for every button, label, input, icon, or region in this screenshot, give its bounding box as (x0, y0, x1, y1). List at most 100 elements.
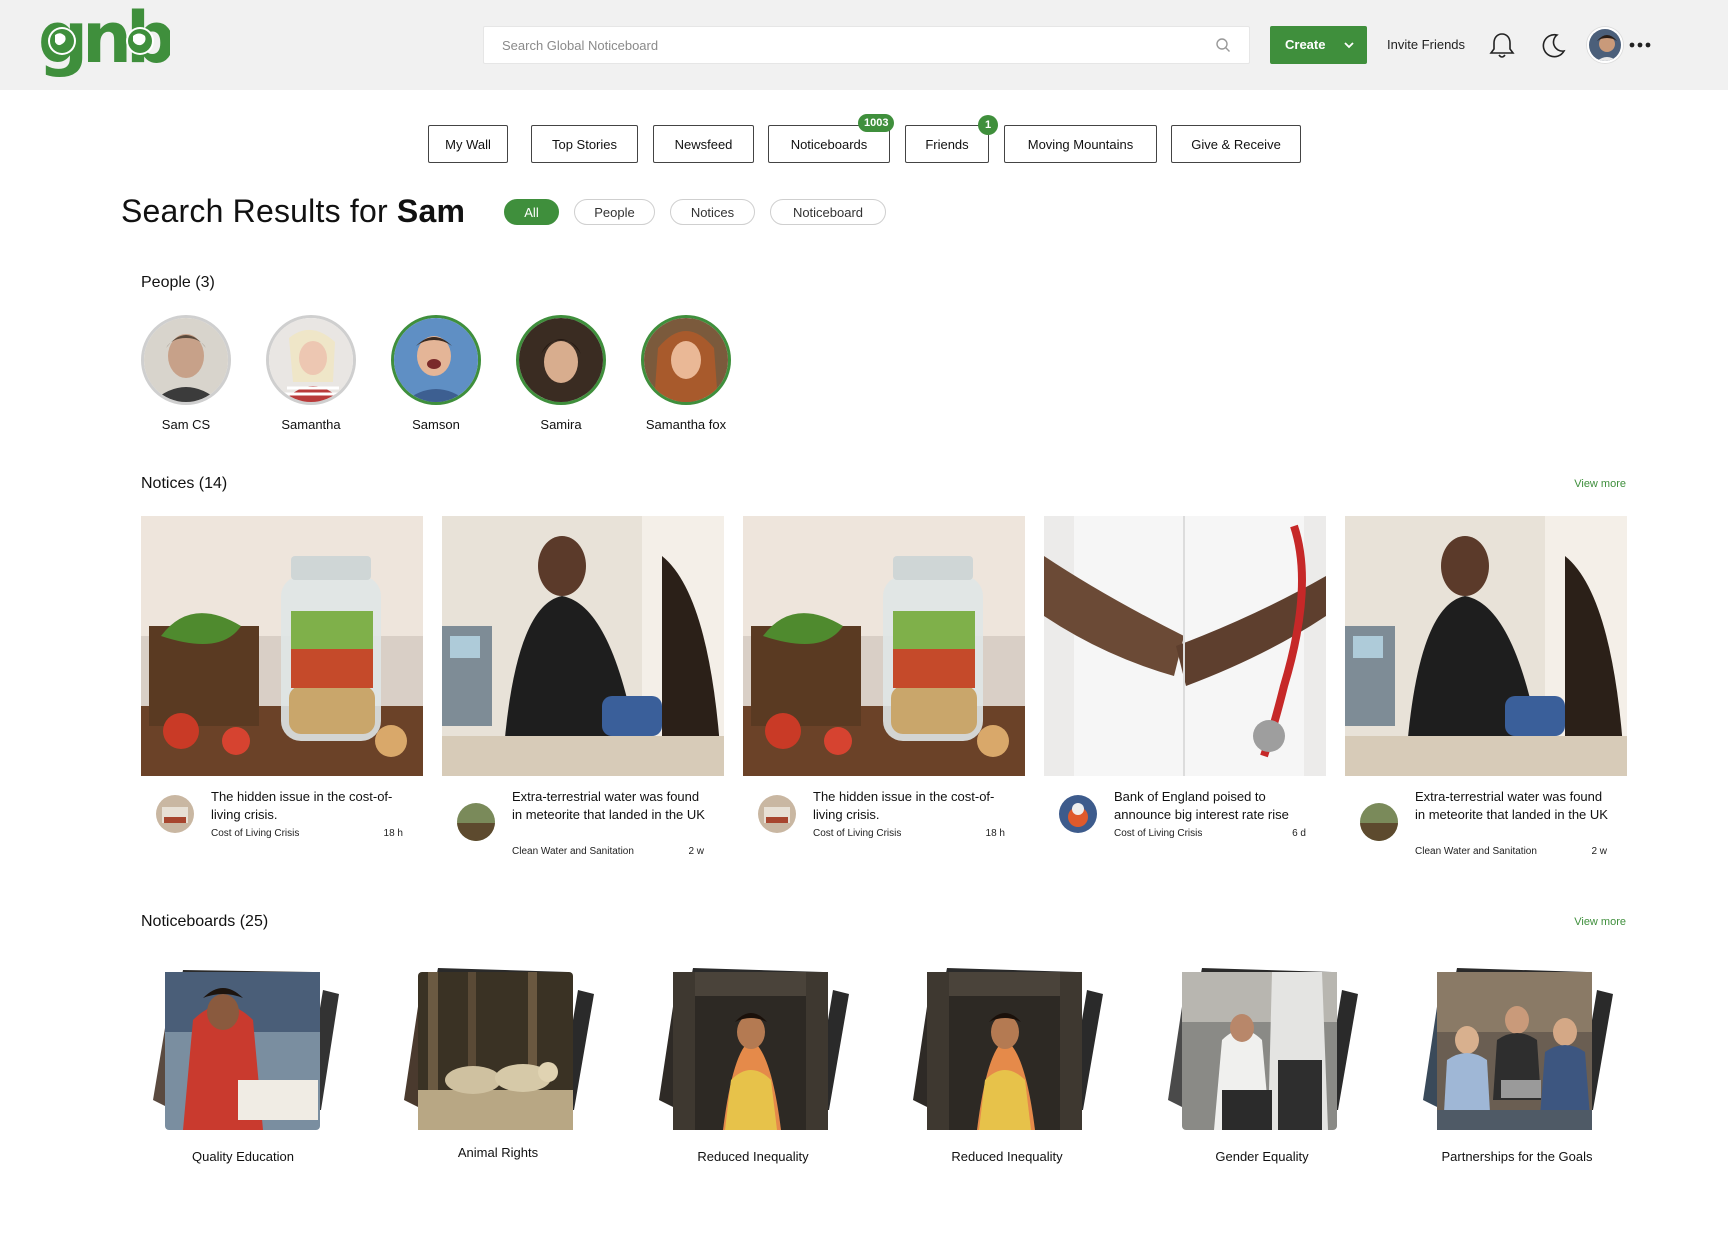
person-name[interactable]: Samira (501, 417, 621, 432)
people-street-icon (1168, 968, 1358, 1130)
notice-author-avatar[interactable] (1360, 803, 1398, 841)
noticeboards-count-badge: 1003 (858, 114, 895, 132)
noticeboard-card[interactable]: Partnerships for the Goals (1417, 960, 1617, 1164)
person-card[interactable]: Samson (376, 315, 496, 432)
gnb-logo[interactable]: gnb (38, 4, 170, 86)
person-avatar[interactable] (641, 315, 731, 405)
notice-image[interactable] (743, 516, 1025, 776)
person-card[interactable]: Samira (501, 315, 621, 432)
author-photo-icon (758, 795, 796, 833)
create-button[interactable]: Create (1270, 26, 1367, 64)
noticeboard-card[interactable]: Reduced Inequality (653, 960, 853, 1164)
notice-title[interactable]: Extra-terrestrial water was found in met… (1415, 788, 1615, 824)
person-card[interactable]: Samantha fox (626, 315, 746, 432)
person-name[interactable]: Samantha (251, 417, 371, 432)
person-avatar[interactable] (391, 315, 481, 405)
person-photo-icon (269, 318, 353, 402)
person-name[interactable]: Sam CS (126, 417, 246, 432)
person-avatar[interactable] (141, 315, 231, 405)
global-search[interactable] (483, 26, 1250, 64)
dark-mode-icon[interactable] (1539, 31, 1567, 59)
notice-age: 18 h (383, 828, 403, 839)
tab-label: Give & Receive (1191, 136, 1281, 152)
notice-author-avatar[interactable] (758, 795, 796, 833)
notice-category[interactable]: Cost of Living Crisis (211, 828, 299, 839)
tab-newsfeed[interactable]: Newsfeed (653, 125, 754, 163)
notice-card[interactable]: Bank of England poised to announce big i… (1044, 516, 1326, 868)
notice-category[interactable]: Cost of Living Crisis (813, 828, 901, 839)
bell-icon[interactable] (1489, 31, 1515, 59)
tab-top-stories[interactable]: Top Stories (531, 125, 638, 163)
filter-notices[interactable]: Notices (670, 199, 755, 225)
noticeboard-label[interactable]: Quality Education (143, 1148, 343, 1166)
notice-author-avatar[interactable] (156, 795, 194, 833)
filter-all[interactable]: All (504, 199, 559, 225)
person-name[interactable]: Samantha fox (626, 417, 746, 432)
notice-age: 18 h (985, 828, 1005, 839)
tab-my-wall[interactable]: My Wall (428, 125, 508, 163)
dancer-icon (913, 968, 1103, 1130)
notice-card[interactable]: The hidden issue in the cost-of-living c… (141, 516, 423, 868)
tab-label: My Wall (445, 136, 491, 152)
noticeboard-card[interactable]: Reduced Inequality (907, 960, 1107, 1164)
noticeboard-card[interactable]: Animal Rights (398, 960, 598, 1160)
search-input[interactable] (502, 27, 1192, 63)
noticeboard-label[interactable]: Partnerships for the Goals (1417, 1148, 1617, 1166)
tab-friends[interactable]: Friends (905, 125, 989, 163)
tab-give-receive[interactable]: Give & Receive (1171, 125, 1301, 163)
person-name[interactable]: Samson (376, 417, 496, 432)
notice-category[interactable]: Clean Water and Sanitation (512, 846, 634, 857)
notice-category[interactable]: Clean Water and Sanitation (1415, 846, 1537, 857)
notice-image[interactable] (442, 516, 724, 776)
filter-label: People (594, 204, 635, 220)
notice-title[interactable]: Bank of England poised to announce big i… (1114, 788, 1314, 824)
tab-moving-mountains[interactable]: Moving Mountains (1004, 125, 1157, 163)
person-photo-icon (394, 318, 478, 402)
filter-people[interactable]: People (574, 199, 655, 225)
person-card[interactable]: Sam CS (126, 315, 246, 432)
nurse-icon (442, 516, 724, 776)
noticeboards-view-more-link[interactable]: View more (1574, 916, 1626, 928)
noticeboard-label[interactable]: Reduced Inequality (907, 1148, 1107, 1166)
notice-title[interactable]: Extra-terrestrial water was found in met… (512, 788, 712, 824)
noticeboard-card[interactable]: Quality Education (143, 960, 343, 1164)
jar-salad-icon (141, 516, 423, 776)
user-avatar[interactable] (1587, 27, 1623, 63)
noticeboard-label[interactable]: Reduced Inequality (653, 1148, 853, 1166)
invite-friends-link[interactable]: Invite Friends (1387, 37, 1465, 52)
notice-age: 2 w (688, 846, 704, 857)
notice-meta: Extra-terrestrial water was found in met… (1345, 788, 1627, 868)
notice-card[interactable]: Extra-terrestrial water was found in met… (442, 516, 724, 868)
author-photo-icon (156, 795, 194, 833)
notice-title[interactable]: The hidden issue in the cost-of-living c… (813, 788, 1013, 824)
chevron-down-icon (1344, 42, 1354, 49)
more-options-icon[interactable] (1629, 41, 1651, 49)
notice-card[interactable]: The hidden issue in the cost-of-living c… (743, 516, 1025, 868)
notice-image[interactable] (141, 516, 423, 776)
wolves-icon (404, 968, 594, 1130)
notice-author-avatar[interactable] (1059, 795, 1097, 833)
person-avatar[interactable] (516, 315, 606, 405)
notice-author-avatar[interactable] (457, 803, 495, 841)
noticeboard-label[interactable]: Animal Rights (398, 1144, 598, 1162)
notice-meta: The hidden issue in the cost-of-living c… (743, 788, 1025, 868)
dancer-icon (659, 968, 849, 1130)
notice-image[interactable] (1044, 516, 1326, 776)
person-avatar[interactable] (266, 315, 356, 405)
notice-category[interactable]: Cost of Living Crisis (1114, 828, 1202, 839)
classroom-icon (153, 970, 339, 1130)
tab-label: Friends (925, 136, 969, 152)
notice-image[interactable] (1345, 516, 1627, 776)
person-card[interactable]: Samantha (251, 315, 371, 432)
person-photo-icon (144, 318, 228, 402)
author-photo-icon (1360, 803, 1398, 841)
notice-title[interactable]: The hidden issue in the cost-of-living c… (211, 788, 411, 824)
author-photo-icon (1059, 795, 1097, 833)
page-title: Search Results for Sam (121, 193, 465, 230)
search-icon[interactable] (1215, 37, 1231, 53)
notices-view-more-link[interactable]: View more (1574, 478, 1626, 490)
noticeboard-card[interactable]: Gender Equality (1162, 960, 1362, 1164)
noticeboard-label[interactable]: Gender Equality (1162, 1148, 1362, 1166)
filter-noticeboard[interactable]: Noticeboard (770, 199, 886, 225)
notice-card[interactable]: Extra-terrestrial water was found in met… (1345, 516, 1627, 868)
